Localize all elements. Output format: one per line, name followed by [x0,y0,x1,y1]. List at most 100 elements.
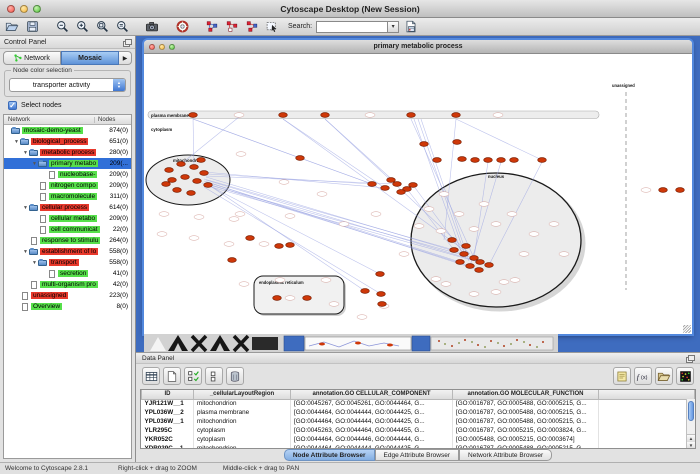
table-cell[interactable]: mitochondrion [194,417,291,426]
tree-row[interactable]: ▼cellular process614(0) [4,202,131,213]
network-node[interactable] [279,113,288,118]
table-cell[interactable]: [GO:0016787, GO:0005488, GO:0005215, G..… [453,408,599,417]
delete-attribute-icon[interactable] [226,367,244,385]
select-mode-icon[interactable] [264,19,280,34]
tree-row[interactable]: Overview8(0) [4,301,131,312]
table-row[interactable]: YKR052Ccytoplasm[GO:0044464, GO:0044446,… [142,435,695,444]
network-node[interactable] [460,252,469,257]
network-node[interactable] [275,244,284,249]
tree-row[interactable]: cell communicat22(0) [4,224,131,235]
table-row[interactable]: YJR121W__1mitochondrion[GO:0045267, GO:0… [142,399,695,408]
network-node[interactable] [659,188,668,193]
network-node[interactable] [377,292,386,297]
table-cell[interactable]: [GO:0044464, GO:0044444, GO:0044425, G..… [291,417,453,426]
float-data-panel-icon[interactable] [686,355,694,362]
tree-row[interactable]: nucleobase-209(0) [4,169,131,180]
network-node[interactable] [452,113,461,118]
network-node[interactable] [676,188,685,193]
network-node[interactable] [200,171,209,176]
node-color-dropdown[interactable]: transporter activity ▲▼ [9,78,126,92]
more-tabs-button[interactable]: ▶ [119,51,132,65]
table-column-header[interactable]: _cellularLayoutRegion [194,390,291,399]
network-node[interactable] [387,178,396,183]
zoom-out-icon[interactable] [54,19,70,34]
import-attributes-icon[interactable] [655,367,673,385]
network-node[interactable] [296,156,305,161]
network-node[interactable] [193,179,202,184]
float-panel-icon[interactable] [123,39,131,46]
table-cell[interactable]: plasma membrane [194,408,291,417]
tab-mosaic[interactable]: Mosaic [61,51,119,65]
network-node[interactable] [197,158,206,163]
network-node[interactable] [165,168,174,173]
network-edge[interactable] [181,117,239,164]
new-attribute-icon[interactable] [163,367,181,385]
network-node[interactable] [420,142,429,147]
network-view-titlebar[interactable]: primary metabolic process [144,40,692,54]
expand-arrow-icon[interactable]: ▼ [22,205,29,211]
open-file-icon[interactable] [4,19,20,34]
table-cell[interactable]: [GO:0016787, GO:0005488, GO:0005215, G..… [453,399,599,408]
tab-node-attribute-browser[interactable]: Node Attribute Browser [284,449,375,461]
table-cell[interactable]: [GO:0044464, GO:0044444, GO:0044425, G..… [291,408,453,417]
save-icon[interactable] [24,19,40,34]
network-edge[interactable] [325,119,397,184]
tree-row[interactable]: ▼establishment of lo558(0) [4,246,131,257]
table-cell[interactable]: cytoplasm [194,426,291,435]
network-view-window[interactable]: primary metabolic process plasma membran… [144,40,692,334]
network-node[interactable] [162,182,171,187]
network-edge[interactable] [208,174,372,184]
network-node[interactable] [246,236,255,241]
tab-network-attribute-browser[interactable]: Network Attribute Browser [459,449,552,461]
network-node[interactable] [273,296,282,301]
table-cell[interactable]: cytoplasm [194,435,291,444]
tab-edge-attribute-browser[interactable]: Edge Attribute Browser [375,449,459,461]
table-cell[interactable]: YPL036W__2 [142,408,194,417]
network-canvas[interactable]: plasma membrane cytoplasm mitochondrion … [144,54,692,334]
table-row[interactable]: YLR295Ccytoplasm[GO:0045263, GO:0044464,… [142,426,695,435]
expand-arrow-icon[interactable]: ▼ [31,260,38,266]
expand-arrow-icon[interactable]: ▼ [13,139,20,145]
network-node[interactable] [470,256,479,261]
network-node[interactable] [189,113,198,118]
network-node[interactable] [458,157,467,162]
table-cell[interactable]: mitochondrion [194,399,291,408]
tree-row[interactable]: macromolecule311(0) [4,191,131,202]
expand-arrow-icon[interactable]: ▼ [31,161,38,167]
zoom-in-icon[interactable] [74,19,90,34]
resize-grip[interactable] [683,325,691,333]
tree-row[interactable]: mosaic-demo-yeast874(0) [4,125,131,136]
table-cell[interactable]: [GO:0045263, GO:0044464, GO:0044455, G..… [291,426,453,435]
network-node[interactable] [497,158,506,163]
network-edge[interactable] [206,183,365,291]
background-window-edge[interactable] [144,334,558,352]
table-column-header[interactable]: annotation.GO CELLULAR_COMPONENT [291,390,453,399]
network-node[interactable] [466,264,475,269]
network-node[interactable] [484,158,493,163]
tree-row[interactable]: unassigned223(0) [4,290,131,301]
expand-arrow-icon[interactable]: ▼ [22,150,29,156]
network-edge[interactable] [283,119,385,188]
network-node[interactable] [361,289,370,294]
network-node[interactable] [409,183,418,188]
search-input[interactable] [316,21,388,33]
import-table-icon[interactable] [403,19,419,34]
table-cell[interactable]: [GO:0005488, GO:0005215, GO:0003674] [453,435,599,444]
network-edge[interactable] [193,119,300,158]
select-attributes-icon[interactable] [184,367,202,385]
network-node[interactable] [376,272,385,277]
tree-row[interactable]: ▼transport558(0) [4,257,131,268]
table-cell[interactable]: [GO:0016787, GO:0005215, GO:0003824, G..… [453,426,599,435]
table-cell[interactable]: YJR121W__1 [142,399,194,408]
network-node[interactable] [397,190,406,195]
network-node[interactable] [538,158,547,163]
network-node[interactable] [321,113,330,118]
table-cell[interactable]: [GO:0016787, GO:0005488, GO:0005215, G..… [453,417,599,426]
select-nodes-checkbox[interactable]: ✓ [8,101,17,110]
tree-row[interactable]: secretion41(0) [4,268,131,279]
network-node[interactable] [177,162,186,167]
tree-row[interactable]: ▼metabolic process280(0) [4,147,131,158]
network-edge[interactable] [456,119,542,160]
tab-network[interactable]: Network [3,51,61,65]
network-node[interactable] [381,186,390,191]
